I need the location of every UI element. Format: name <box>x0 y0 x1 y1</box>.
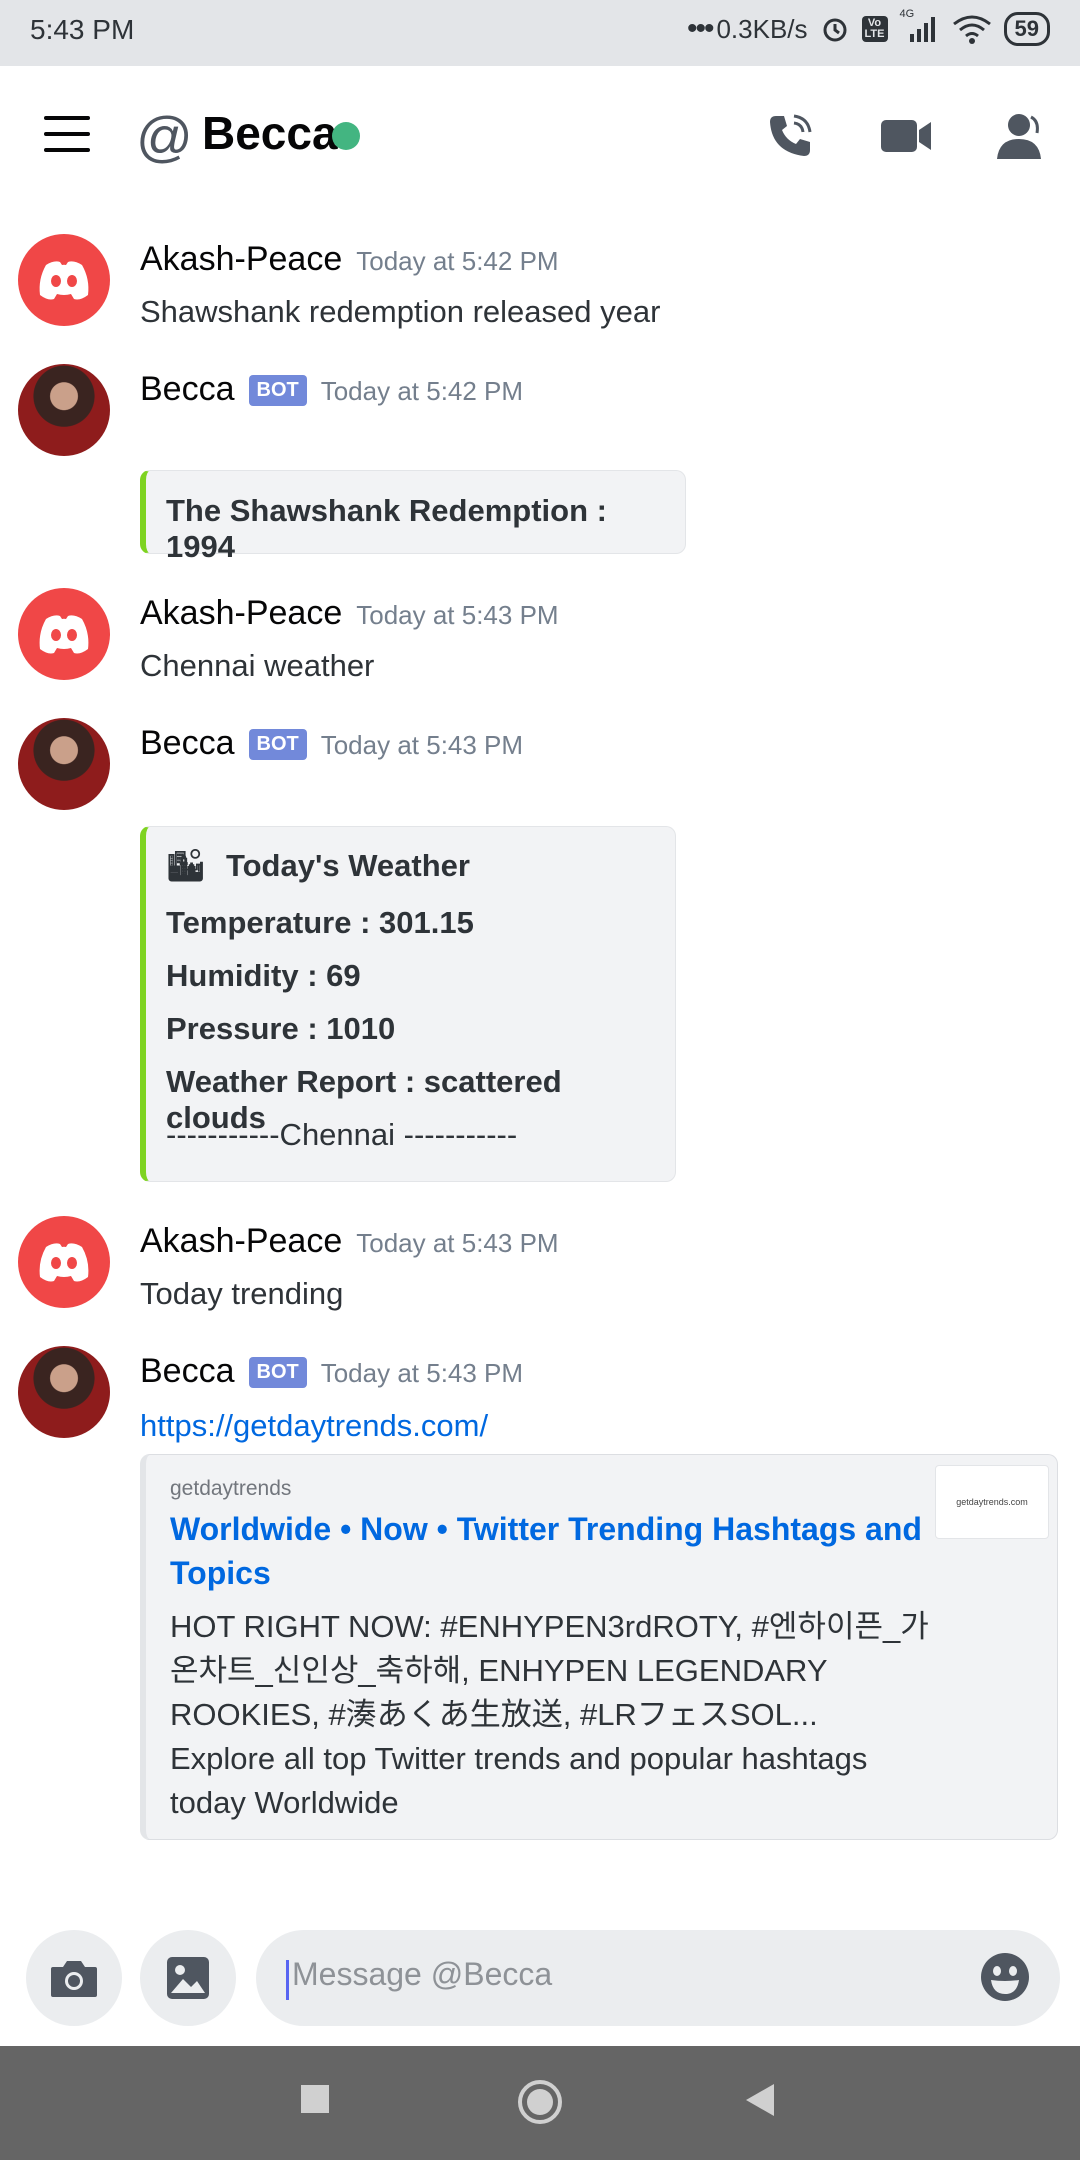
timestamp: Today at 5:43 PM <box>320 730 524 760</box>
avatar[interactable] <box>18 1216 110 1308</box>
embed-line: Humidity : 69 <box>166 958 361 993</box>
embed-line: The Shawshank Redemption : 1994 <box>166 493 607 564</box>
online-status-dot <box>332 122 360 150</box>
status-bar: 5:43 PM ••• 0.3KB/s Vo LTE 4G 59 <box>0 0 1080 66</box>
city-icon: 🏙 <box>166 848 206 883</box>
recents-button[interactable] <box>300 2084 330 2119</box>
message-composer: Message @Becca <box>0 1930 1080 2046</box>
gallery-button[interactable] <box>140 1930 236 2026</box>
embed-line: Temperature : 301.15 <box>166 905 474 940</box>
embed: The Shawshank Redemption : 1994 <box>140 470 686 564</box>
message-text: Shawshank redemption released year <box>140 294 661 329</box>
camera-icon <box>51 1961 97 1997</box>
at-icon: @ <box>136 105 193 168</box>
timestamp: Today at 5:43 PM <box>356 600 559 630</box>
triangle-back-icon <box>746 2084 774 2116</box>
network-speed: ••• 0.3KB/s <box>686 12 808 45</box>
system-nav-bar <box>0 2046 1080 2160</box>
circle-icon <box>518 2080 562 2124</box>
embed-footer: -----------Chennai ----------- <box>166 1117 518 1152</box>
avatar[interactable] <box>18 718 110 810</box>
dots-icon: ••• <box>686 12 714 45</box>
video-call-button[interactable] <box>876 106 936 166</box>
back-button[interactable] <box>744 2082 776 2123</box>
bot-badge: BOT <box>248 375 307 406</box>
person-icon <box>997 114 1041 159</box>
discord-logo-icon <box>39 1243 89 1282</box>
text-caret <box>286 1960 289 2000</box>
weather-embed: 🏙 Today's Weather Temperature : 301.15 H… <box>140 826 676 1182</box>
message-text: Chennai weather <box>140 648 375 683</box>
message-input-placeholder: Message @Becca <box>292 1956 553 1992</box>
message-input[interactable]: Message @Becca <box>256 1930 1060 2026</box>
author-name[interactable]: Becca <box>140 724 235 763</box>
wifi-icon <box>952 14 992 44</box>
menu-icon <box>44 116 90 120</box>
status-time: 5:43 PM <box>30 14 135 45</box>
bot-badge: BOT <box>248 1357 307 1388</box>
author-name[interactable]: Becca <box>140 370 235 409</box>
embed-line: Pressure : 1010 <box>166 1011 396 1046</box>
author-name[interactable]: Akash-Peace <box>140 240 342 279</box>
embed-title: 🏙 Today's Weather <box>166 848 470 883</box>
image-icon <box>167 1957 209 1999</box>
timestamp: Today at 5:42 PM <box>320 376 524 406</box>
channel-header: @ Becca <box>0 66 1080 206</box>
discord-logo-icon <box>39 261 89 300</box>
timestamp: Today at 5:43 PM <box>356 1228 559 1258</box>
embed-line: Weather Report : scattered clouds <box>166 1064 562 1135</box>
emoji-icon[interactable] <box>980 1952 1030 2002</box>
message-link[interactable]: https://getdaytrends.com/ <box>140 1408 488 1444</box>
embed-description: HOT RIGHT NOW: #ENHYPEN3rdROTY, #엔하이픈_가온… <box>170 1609 929 1820</box>
voice-call-button[interactable] <box>760 106 820 166</box>
page-title: Becca <box>202 107 338 159</box>
timestamp: Today at 5:43 PM <box>320 1358 524 1388</box>
embed-thumbnail[interactable]: getdaytrends.com <box>935 1465 1049 1539</box>
phone-icon <box>770 114 812 156</box>
timestamp: Today at 5:42 PM <box>356 246 559 276</box>
discord-logo-icon <box>39 615 89 654</box>
avatar[interactable] <box>18 364 110 456</box>
avatar[interactable] <box>18 1346 110 1438</box>
alarm-icon <box>820 14 850 44</box>
menu-button[interactable] <box>44 116 90 152</box>
message-text: Today trending <box>140 1276 344 1311</box>
author-name[interactable]: Akash-Peace <box>140 594 342 633</box>
square-icon <box>301 2085 329 2113</box>
camera-button[interactable] <box>26 1930 122 2026</box>
embed-title-link[interactable]: Worldwide • Now • Twitter Trending Hasht… <box>170 1507 930 1595</box>
bot-badge: BOT <box>248 729 307 760</box>
avatar[interactable] <box>18 588 110 680</box>
embed-provider[interactable]: getdaytrends <box>170 1477 291 1501</box>
members-button[interactable] <box>990 106 1050 166</box>
home-button[interactable] <box>516 2078 564 2131</box>
author-name[interactable]: Becca <box>140 1352 235 1391</box>
author-name[interactable]: Akash-Peace <box>140 1222 342 1261</box>
video-camera-icon <box>881 120 931 152</box>
signal-icon: 4G <box>900 8 940 44</box>
avatar[interactable] <box>18 234 110 326</box>
volte-icon: Vo LTE <box>861 16 888 42</box>
battery-indicator: 59 <box>1003 12 1050 46</box>
link-embed: getdaytrends Worldwide • Now • Twitter T… <box>140 1454 1058 1840</box>
status-icons: ••• 0.3KB/s Vo LTE 4G 59 <box>686 8 1050 46</box>
